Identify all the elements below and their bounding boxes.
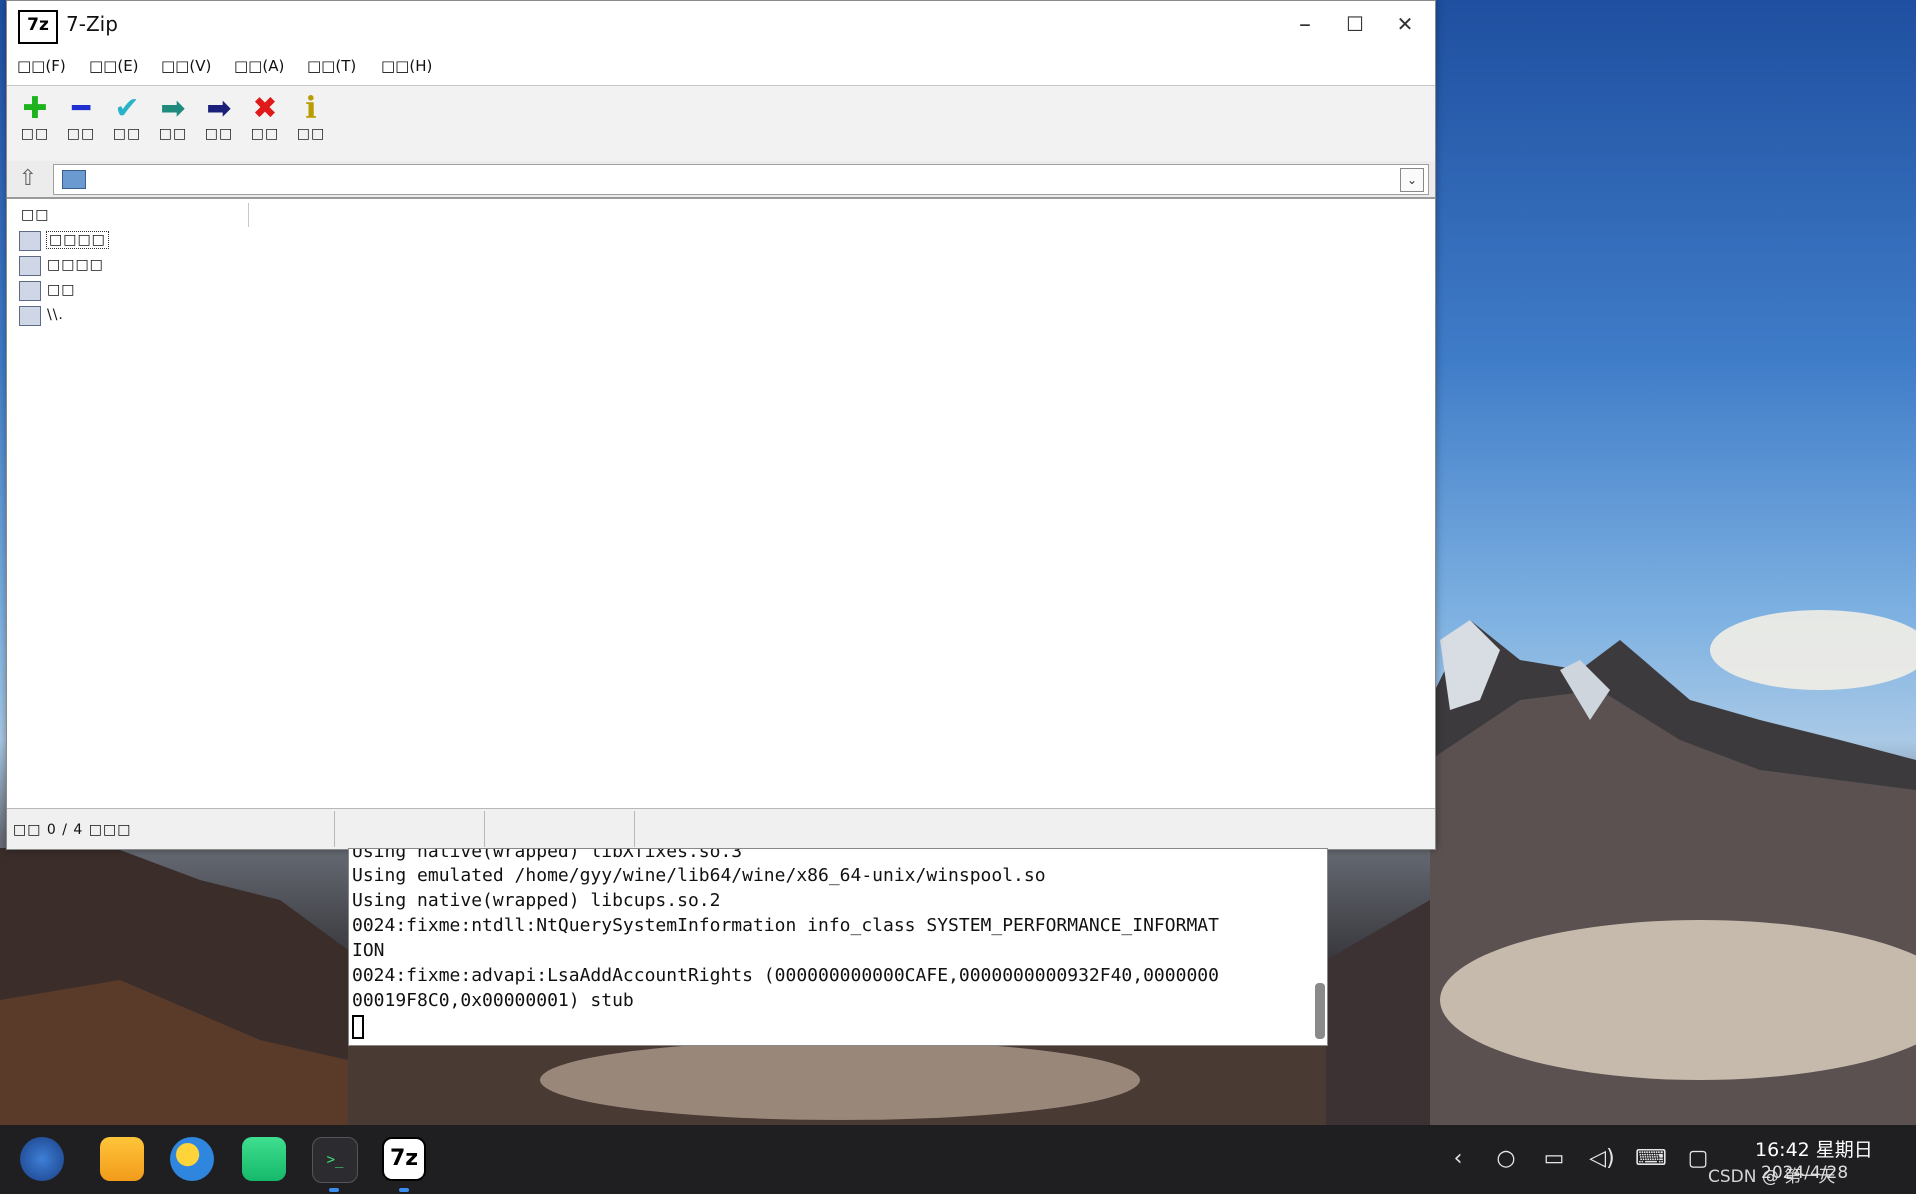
menu-edit[interactable]: □□(E) [89,57,139,75]
terminal-cursor [352,1015,364,1039]
move-label: □□ [204,126,234,142]
file-list: □□ □□□□ □□□□ □□ \\. [7,199,1435,807]
device-icon [19,306,41,326]
status-divider [334,811,335,847]
status-count: □□ 0 / 4 □□□ [13,822,132,838]
computer-icon [19,231,41,251]
status-divider [634,811,635,847]
taskbar: >_ 7z ‹ ○ ▭ ◁) ⌨ ▢ 16:42 星期日 2024/4/28 [0,1125,1916,1194]
terminal-line: Using emulated /home/gyy/wine/lib64/wine… [352,865,1046,886]
delete-icon: ✖ [252,91,278,126]
list-item[interactable]: \\. [15,304,215,328]
volume-icon[interactable]: ◁) [1587,1145,1617,1173]
address-bar: ⇧ ⌄ [7,161,1435,199]
menu-favorites[interactable]: □□(A) [234,57,284,75]
title-bar: 7z 7-Zip – ☐ ✕ [7,1,1435,47]
test-label: □□ [112,126,142,142]
7zip-logo-icon: 7z [18,10,58,44]
copy-button[interactable]: ➡ □□ [153,92,193,156]
maximize-button[interactable]: ☐ [1331,7,1379,41]
clock-time[interactable]: 16:42 星期日 [1755,1135,1873,1162]
column-divider[interactable] [248,203,249,227]
address-input[interactable]: ⌄ [53,164,1429,195]
network-icon[interactable]: ▭ [1539,1145,1569,1173]
list-item-label: □□ [47,282,76,298]
up-folder-button[interactable]: ⇧ [11,165,45,193]
menu-view[interactable]: □□(V) [161,57,211,75]
column-header-name[interactable]: □□ [21,207,49,223]
info-label: □□ [296,126,326,142]
window-title: 7-Zip [66,12,118,36]
terminal-icon[interactable]: >_ [312,1137,358,1183]
7zip-window: 7z 7-Zip – ☐ ✕ □□(F) □□(E) □□(V) □□(A) □… [6,0,1436,850]
extract-label: □□ [66,126,96,142]
close-button[interactable]: ✕ [1381,7,1429,41]
move-icon: ➡ [206,91,232,126]
list-item[interactable]: □□□□ [15,254,215,278]
toolbar: ✚ □□ ━ □□ ✔ □□ ➡ □□ ➡ □□ ✖ □□ i □□ [7,85,1435,163]
keyboard-icon[interactable]: ⌨ [1635,1145,1667,1173]
browser-icon[interactable] [170,1137,214,1181]
copy-label: □□ [158,126,188,142]
list-item-label: \\. [47,307,64,323]
terminal-line: 00019F8C0,0x00000001) stub [352,990,634,1011]
test-button[interactable]: ✔ □□ [107,92,147,156]
terminal-line: ION [352,940,385,961]
add-label: □□ [20,126,50,142]
terminal-line: 0024:fixme:advapi:LsaAddAccountRights (0… [352,965,1219,986]
move-button[interactable]: ➡ □□ [199,92,239,156]
menu-tools[interactable]: □□(T) [307,57,356,75]
terminal-window[interactable]: Using native(wrapped) libXfixes.so.3 Usi… [348,848,1328,1046]
search-icon[interactable]: ○ [1491,1145,1521,1173]
info-button[interactable]: i □□ [291,92,331,156]
network-icon [19,281,41,301]
list-item[interactable]: □□□□ [15,229,215,253]
minimize-button[interactable]: – [1281,7,1329,41]
status-divider [484,811,485,847]
terminal-line: Using native(wrapped) libXfixes.so.3 [352,848,743,862]
menu-file[interactable]: □□(F) [17,57,66,75]
launcher-icon[interactable] [20,1137,64,1181]
watermark: CSDN @ 第一天 [1708,1167,1836,1187]
add-button[interactable]: ✚ □□ [15,92,55,156]
running-indicator [399,1188,409,1192]
running-indicator [329,1188,339,1192]
chevron-down-icon[interactable]: ⌄ [1400,168,1424,192]
extract-button[interactable]: ━ □□ [61,92,101,156]
test-icon: ✔ [114,91,140,126]
terminal-line: 0024:fixme:ntdll:NtQuerySystemInformatio… [352,915,1219,936]
add-icon: ✚ [22,91,48,126]
delete-label: □□ [250,126,280,142]
menu-help[interactable]: □□(H) [381,57,432,75]
7zip-icon[interactable]: 7z [382,1137,426,1181]
folder-icon [62,170,86,189]
info-icon: i [305,91,317,126]
extract-icon: ━ [71,91,91,126]
files-icon[interactable] [100,1137,144,1181]
delete-button[interactable]: ✖ □□ [245,92,285,156]
list-item[interactable]: □□ [15,279,215,303]
list-item-label: □□□□ [47,257,104,273]
terminal-scrollbar[interactable] [1315,983,1325,1039]
copy-icon: ➡ [160,91,186,126]
menu-bar: □□(F) □□(E) □□(V) □□(A) □□(T) □□(H) [7,57,1435,83]
chevron-left-icon[interactable]: ‹ [1443,1145,1473,1173]
list-item-label: □□□□ [46,231,109,249]
store-icon[interactable] [242,1137,286,1181]
status-bar: □□ 0 / 4 □□□ [7,808,1435,849]
terminal-line: Using native(wrapped) libcups.so.2 [352,890,721,911]
documents-icon [19,256,41,276]
